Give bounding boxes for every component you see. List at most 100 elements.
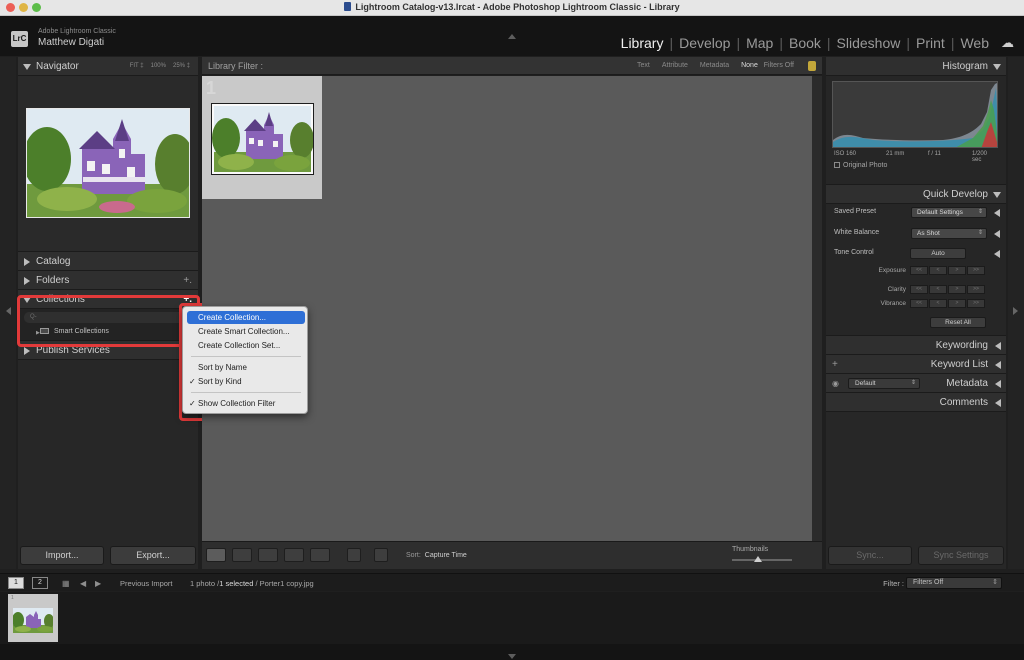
vibrance-plus-button[interactable]: > xyxy=(948,299,966,308)
filter-attribute[interactable]: Attribute xyxy=(662,62,688,69)
cloud-icon[interactable]: ☁ xyxy=(1001,35,1014,51)
vibrance-plus-large-button[interactable]: >> xyxy=(967,299,985,308)
grid-cell[interactable]: 1 xyxy=(202,76,322,199)
filmstrip-toggle-icon[interactable] xyxy=(508,654,516,659)
sort-value[interactable]: Capture Time xyxy=(425,552,467,559)
add-folder-button[interactable]: +. xyxy=(183,271,192,290)
main-window-button[interactable]: 1 xyxy=(8,577,24,589)
compare-view-icon[interactable] xyxy=(258,548,278,562)
saved-preset-select[interactable]: Default Settings ⇕ xyxy=(911,207,987,218)
cell-index: 1 xyxy=(206,78,217,98)
exposure-plus-large-button[interactable]: >> xyxy=(967,266,985,275)
menu-sort-by-name[interactable]: Sort by Name xyxy=(187,361,305,374)
export-button[interactable]: Export... xyxy=(110,546,196,565)
module-book[interactable]: Book xyxy=(783,35,827,51)
original-photo-toggle[interactable]: Original Photo xyxy=(834,162,887,169)
eye-icon[interactable]: ◉ xyxy=(832,374,839,393)
loupe-view-icon[interactable] xyxy=(232,548,252,562)
back-arrow-icon[interactable]: ◀ xyxy=(80,579,86,588)
publish-services-header[interactable]: Publish Services xyxy=(18,341,198,360)
painter-icon[interactable] xyxy=(347,548,361,562)
lock-icon[interactable] xyxy=(808,61,816,71)
module-print[interactable]: Print xyxy=(910,35,951,51)
histogram-header[interactable]: Histogram xyxy=(826,57,1006,76)
disclosure-icon[interactable]: ▶ xyxy=(36,330,40,336)
histogram-graph[interactable] xyxy=(832,81,998,148)
module-map[interactable]: Map xyxy=(740,35,779,51)
navigator-preview[interactable] xyxy=(18,76,198,252)
auto-tone-button[interactable]: Auto xyxy=(910,248,966,259)
secondary-window-button[interactable]: 2 xyxy=(32,577,48,589)
grid-mode-icon[interactable]: ▦ xyxy=(62,579,70,588)
top-panel-toggle-icon[interactable] xyxy=(508,34,516,39)
collapse-triangle-icon[interactable] xyxy=(994,209,1000,217)
clarity-minus-large-button[interactable]: << xyxy=(910,285,928,294)
grid-view-icon[interactable] xyxy=(206,548,226,562)
filmstrip-source[interactable]: Previous Import xyxy=(120,579,173,588)
sort-control[interactable]: Sort: Capture Time xyxy=(406,552,467,559)
module-library[interactable]: Library xyxy=(615,35,670,51)
filmstrip-filter-select[interactable]: Filters Off ⇕ xyxy=(906,577,1002,589)
clarity-plus-button[interactable]: > xyxy=(948,285,966,294)
right-panel-toggle-icon[interactable] xyxy=(1013,307,1018,315)
add-keyword-button[interactable]: + xyxy=(832,355,838,374)
left-panel-toggle-icon[interactable] xyxy=(6,307,11,315)
metadata-header[interactable]: ◉ Default ⇕ Metadata xyxy=(826,374,1006,393)
people-view-icon[interactable] xyxy=(310,548,330,562)
reset-all-button[interactable]: Reset All xyxy=(930,317,986,328)
filter-preset[interactable]: Filters Off xyxy=(764,57,794,75)
keyword-list-header[interactable]: + Keyword List xyxy=(826,355,1006,374)
thumbnail-slider-knob[interactable] xyxy=(754,556,762,562)
user-name: Matthew Digati xyxy=(38,37,105,48)
exposure-minus-large-button[interactable]: << xyxy=(910,266,928,275)
white-balance-select[interactable]: As Shot ⇕ xyxy=(911,228,987,239)
vibrance-minus-button[interactable]: < xyxy=(929,299,947,308)
zoom-fit[interactable]: FIT ‡ xyxy=(130,63,144,69)
keywording-header[interactable]: Keywording xyxy=(826,336,1006,355)
sort-direction-icon[interactable] xyxy=(374,548,388,562)
clarity-minus-button[interactable]: < xyxy=(929,285,947,294)
thumbnail-size-slider[interactable] xyxy=(732,559,792,561)
menu-create-collection[interactable]: Create Collection... xyxy=(187,311,305,324)
module-develop[interactable]: Develop xyxy=(673,35,736,51)
collections-header[interactable]: Collections +. xyxy=(18,290,198,309)
window-title: Lightroom Catalog-v13.lrcat - Adobe Phot… xyxy=(0,2,1024,12)
menu-show-collection-filter[interactable]: ✓ Show Collection Filter xyxy=(187,397,305,410)
collection-filter-input[interactable]: Q- xyxy=(24,312,188,323)
collections-title: Collections xyxy=(36,294,85,305)
filter-metadata[interactable]: Metadata xyxy=(700,62,729,69)
zoom-100[interactable]: 100% xyxy=(151,63,166,69)
sync-settings-button[interactable]: Sync Settings xyxy=(918,546,1004,565)
collapse-triangle-icon[interactable] xyxy=(994,250,1000,258)
import-button[interactable]: Import... xyxy=(20,546,104,565)
exposure-plus-button[interactable]: > xyxy=(948,266,966,275)
catalog-title: Catalog xyxy=(36,256,71,267)
zoom-25[interactable]: 25% ‡ xyxy=(173,63,190,69)
collapse-triangle-icon[interactable] xyxy=(994,230,1000,238)
exposure-minus-button[interactable]: < xyxy=(929,266,947,275)
selected-filename[interactable]: / Porter1 copy.jpg xyxy=(256,579,314,588)
filmstrip-thumbnail[interactable]: 1 xyxy=(8,594,58,642)
module-web[interactable]: Web xyxy=(954,35,995,51)
grid-scrollbar[interactable] xyxy=(812,76,822,541)
navigator-header[interactable]: Navigator FIT ‡ 100% 25% ‡ xyxy=(18,57,198,76)
module-slideshow[interactable]: Slideshow xyxy=(831,35,907,51)
quick-develop-header[interactable]: Quick Develop xyxy=(826,185,1006,204)
menu-create-smart-collection[interactable]: Create Smart Collection... xyxy=(187,325,305,338)
menu-sort-by-kind[interactable]: ✓ Sort by Kind xyxy=(187,375,305,388)
clarity-plus-large-button[interactable]: >> xyxy=(967,285,985,294)
checkbox-icon[interactable] xyxy=(834,162,840,168)
catalog-header[interactable]: Catalog xyxy=(18,252,198,271)
filter-none[interactable]: None xyxy=(741,62,758,69)
menu-item-label: Show Collection Filter xyxy=(198,399,276,408)
sync-button[interactable]: Sync... xyxy=(828,546,912,565)
comments-header[interactable]: Comments xyxy=(826,393,1006,412)
survey-view-icon[interactable] xyxy=(284,548,304,562)
menu-create-collection-set[interactable]: Create Collection Set... xyxy=(187,339,305,352)
vibrance-minus-large-button[interactable]: << xyxy=(910,299,928,308)
metadata-preset-select[interactable]: Default ⇕ xyxy=(848,378,920,389)
forward-arrow-icon[interactable]: ▶ xyxy=(95,579,101,588)
smart-collections-item[interactable]: ▶ Smart Collections xyxy=(36,328,109,336)
folders-header[interactable]: Folders +. xyxy=(18,271,198,290)
filter-text[interactable]: Text xyxy=(637,62,650,69)
